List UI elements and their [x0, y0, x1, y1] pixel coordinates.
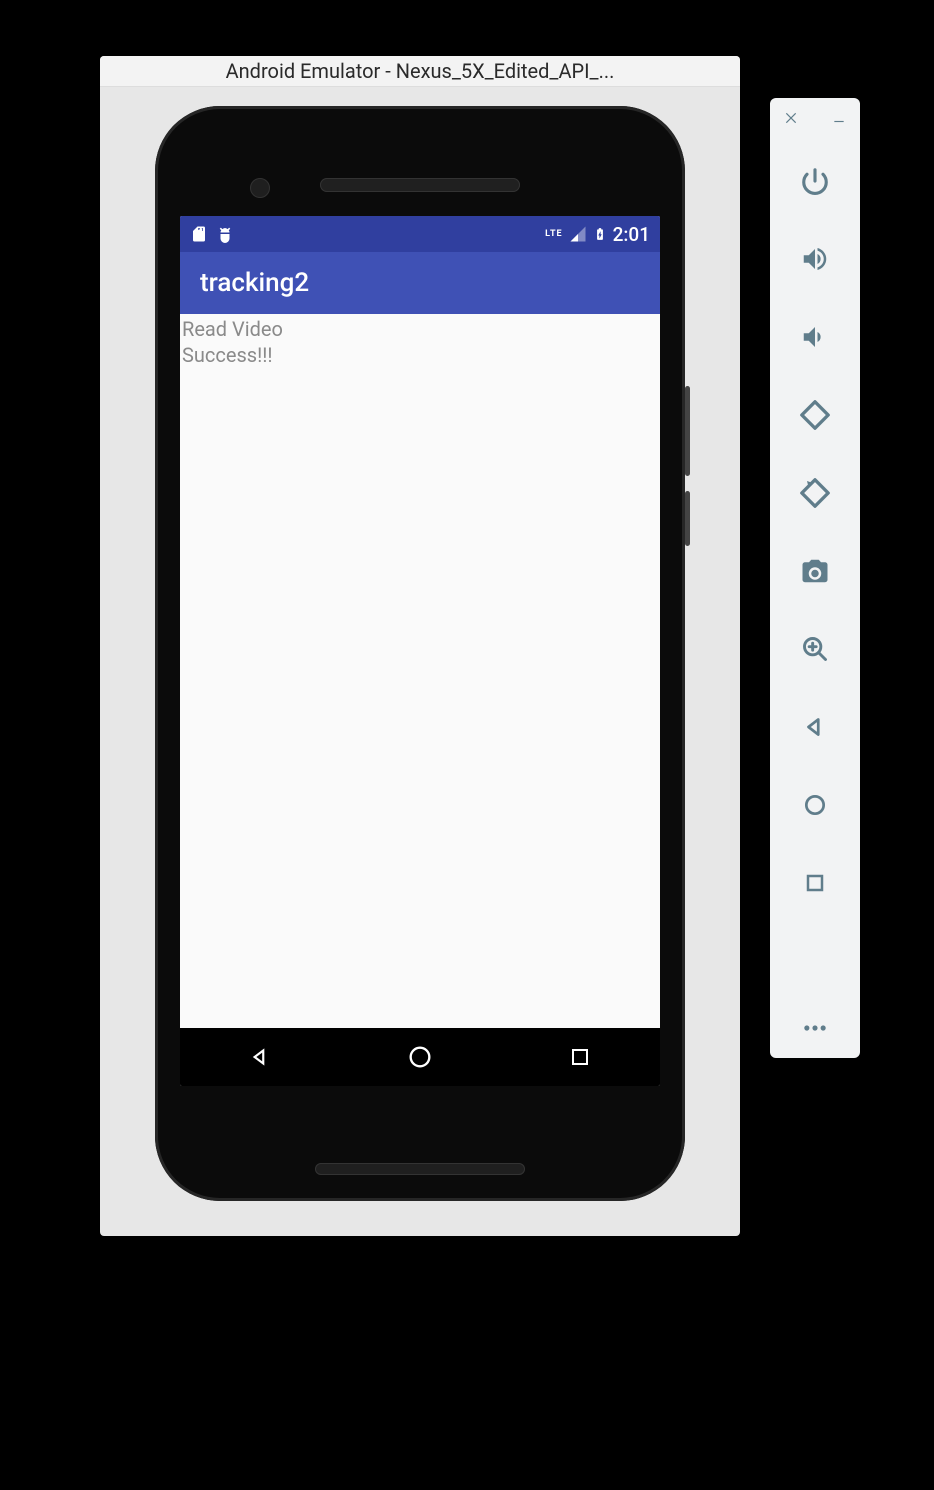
- nav-back-button[interactable]: [244, 1041, 276, 1073]
- signal-icon: [569, 225, 587, 243]
- device-screen[interactable]: LTE 2:01 tracking2: [180, 216, 660, 1086]
- app-title: tracking2: [200, 268, 309, 298]
- back-button[interactable]: [770, 688, 860, 766]
- volume-down-button[interactable]: [770, 298, 860, 376]
- home-button[interactable]: [770, 766, 860, 844]
- clock-text: 2:01: [613, 223, 650, 246]
- content-line1: Read Video: [182, 316, 660, 342]
- lte-icon: LTE: [545, 229, 563, 239]
- volume-up-button[interactable]: [770, 220, 860, 298]
- content-line2: Success!!!: [182, 342, 660, 368]
- rotate-right-button[interactable]: [770, 454, 860, 532]
- emulator-toolbar: [770, 98, 860, 1058]
- window-titlebar[interactable]: Android Emulator - Nexus_5X_Edited_API_.…: [100, 56, 740, 87]
- nav-home-button[interactable]: [404, 1041, 436, 1073]
- sd-card-icon: [190, 224, 208, 244]
- power-button[interactable]: [770, 142, 860, 220]
- window-title: Android Emulator - Nexus_5X_Edited_API_.…: [100, 56, 740, 86]
- device-frame: LTE 2:01 tracking2: [155, 106, 685, 1201]
- app-content: Read Video Success!!!: [182, 316, 660, 1028]
- android-nav-bar: [180, 1028, 660, 1086]
- android-debug-icon: [216, 225, 234, 243]
- emulator-window: Android Emulator - Nexus_5X_Edited_API_.…: [100, 56, 740, 1236]
- battery-charging-icon: [593, 224, 607, 244]
- earpiece-icon: [320, 178, 520, 192]
- zoom-button[interactable]: [770, 610, 860, 688]
- toolbar-minimize-button[interactable]: [832, 109, 846, 130]
- android-status-bar[interactable]: LTE 2:01: [180, 216, 660, 252]
- volume-rocker-icon: [685, 386, 690, 476]
- screenshot-button[interactable]: [770, 532, 860, 610]
- app-bar: tracking2: [180, 252, 660, 314]
- nav-recents-button[interactable]: [564, 1041, 596, 1073]
- toolbar-close-button[interactable]: [784, 109, 798, 130]
- overview-button[interactable]: [770, 844, 860, 922]
- front-camera-icon: [250, 178, 270, 198]
- power-key-icon: [685, 491, 690, 546]
- bottom-speaker-icon: [315, 1163, 525, 1175]
- more-button[interactable]: [770, 998, 860, 1058]
- rotate-left-button[interactable]: [770, 376, 860, 454]
